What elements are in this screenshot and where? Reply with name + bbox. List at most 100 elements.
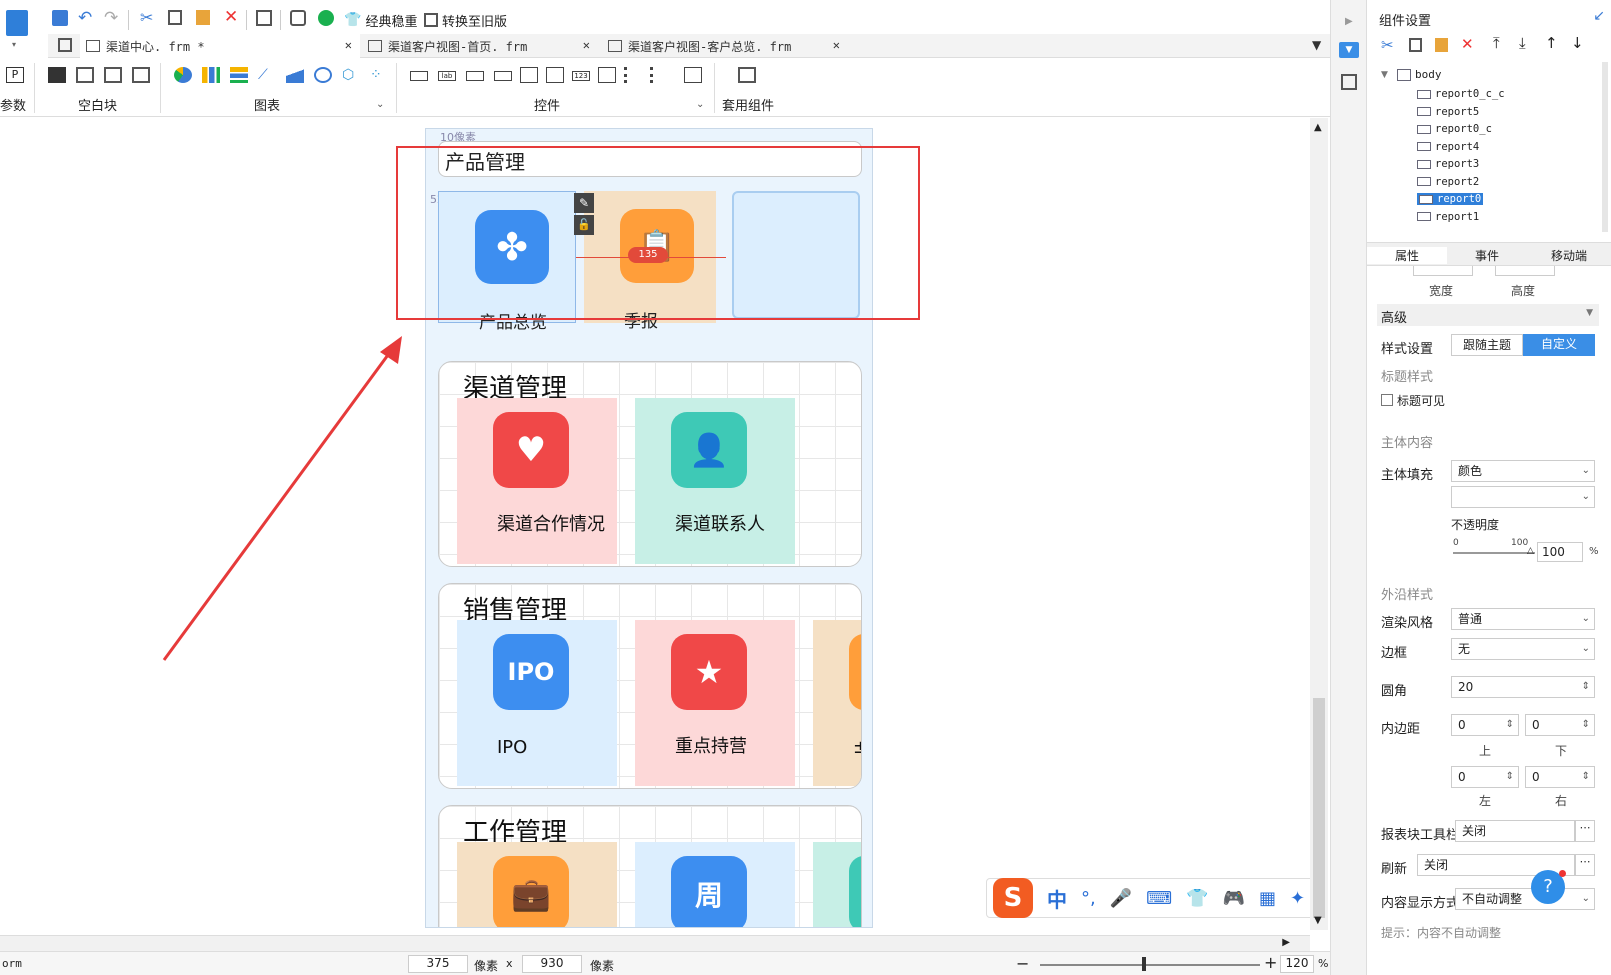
close-icon[interactable]: ✕ xyxy=(833,38,840,52)
chart-expand-icon[interactable]: ⌄ xyxy=(376,99,384,110)
control-combo-icon[interactable] xyxy=(494,71,512,81)
control-expand-icon[interactable]: ⌄ xyxy=(696,99,704,110)
body-fill-select[interactable]: 颜色 ⌄ xyxy=(1451,460,1595,482)
card-work-management[interactable]: 工作管理 💼 周 xyxy=(438,805,862,927)
zoom-slider-thumb[interactable] xyxy=(1142,957,1146,971)
control-query-icon[interactable] xyxy=(684,67,702,83)
control-checkbox-icon[interactable] xyxy=(650,67,668,83)
ime-tools-icon[interactable]: ✦ xyxy=(1290,888,1305,909)
control-textarea-icon[interactable] xyxy=(598,67,616,83)
control-number-icon[interactable]: 123 xyxy=(572,71,590,81)
corner-input[interactable]: 20 ⇕ xyxy=(1451,676,1595,698)
grid-block-icon[interactable] xyxy=(132,67,150,83)
control-date-icon[interactable] xyxy=(546,67,564,83)
game-icon[interactable]: 🎮 xyxy=(1223,888,1245,909)
radar-chart-icon[interactable]: ⬡ xyxy=(342,67,360,83)
area-chart-icon[interactable] xyxy=(286,67,304,83)
padding-bottom-input[interactable]: 0 ⇕ xyxy=(1525,714,1595,736)
component-settings-tab-icon[interactable]: ▼ xyxy=(1339,42,1359,58)
tree-node-report5[interactable]: report5 xyxy=(1417,106,1479,118)
tile-channel-cooperation[interactable]: ♥ 渠道合作情况 xyxy=(457,398,617,564)
tile-weekly[interactable]: 周 xyxy=(635,842,795,927)
scroll-thumb[interactable] xyxy=(1313,698,1325,918)
advanced-section[interactable]: 高级 ▼ xyxy=(1377,304,1599,326)
tab-channel-overview[interactable]: 渠道客户视图-客户总览. frm ✕ xyxy=(602,34,848,58)
control-list-icon[interactable] xyxy=(520,67,538,83)
gauge-chart-icon[interactable] xyxy=(314,67,332,83)
split-v-icon[interactable] xyxy=(104,67,122,83)
panel-copy-icon[interactable] xyxy=(1409,38,1422,52)
move-up-icon[interactable]: ↑ xyxy=(1545,34,1558,52)
line-chart-icon[interactable]: ⟋ xyxy=(258,67,276,83)
control-button-icon[interactable] xyxy=(410,71,428,81)
control-radio-icon[interactable] xyxy=(624,67,642,83)
tree-node-report2[interactable]: report2 xyxy=(1417,176,1479,188)
skin-icon[interactable]: 👕 xyxy=(1186,888,1208,909)
control-text-icon[interactable] xyxy=(466,71,484,81)
height-input[interactable]: 930 xyxy=(522,955,582,973)
card-channel-management[interactable]: 渠道管理 ♥ 渠道合作情况 👤 渠道联系人 xyxy=(438,361,862,567)
app-logo-icon[interactable] xyxy=(6,10,28,36)
collapse-arrow-icon[interactable]: ▶ xyxy=(1345,16,1353,27)
tile-key-holdings[interactable]: ★ 重点持营 xyxy=(635,620,795,786)
tile-briefcase[interactable]: 💼 xyxy=(457,842,617,927)
follow-theme-button[interactable]: 跟随主题 xyxy=(1451,334,1523,356)
scroll-down-icon[interactable]: ▼ xyxy=(1314,915,1322,926)
tab-properties[interactable]: 属性 xyxy=(1367,247,1447,264)
tree-node-report0-c[interactable]: report0_c xyxy=(1417,123,1492,135)
opacity-slider[interactable] xyxy=(1453,552,1535,554)
redo-icon[interactable]: ↷ xyxy=(104,8,118,28)
tab-events[interactable]: 事件 xyxy=(1447,247,1527,264)
card-sales-management[interactable]: 销售管理 IPO IPO ★ 重点持营 ± xyxy=(438,583,862,789)
tree-node-report3[interactable]: report3 xyxy=(1417,158,1479,170)
tab-list-icon[interactable] xyxy=(58,38,72,52)
stepper-icon[interactable]: ⇕ xyxy=(1582,767,1590,787)
tree-node-report4[interactable]: report4 xyxy=(1417,141,1479,153)
bar-chart-icon[interactable] xyxy=(202,67,220,83)
tree-node-body[interactable]: body xyxy=(1397,68,1442,81)
tree-node-report0[interactable]: report0 xyxy=(1417,193,1484,205)
padding-left-input[interactable]: 0 ⇕ xyxy=(1451,766,1519,788)
save-icon[interactable] xyxy=(52,10,68,26)
refresh-more-button[interactable]: ⋯ xyxy=(1575,854,1595,876)
title-visible-checkbox[interactable] xyxy=(1381,394,1393,406)
param-icon[interactable]: P xyxy=(6,67,24,83)
ime-mode-icon[interactable]: 中 xyxy=(1047,884,1067,913)
tree-node-report1[interactable]: report1 xyxy=(1417,211,1479,223)
opacity-slider-thumb[interactable]: △ xyxy=(1527,546,1534,556)
width-input[interactable]: 375 xyxy=(408,955,468,973)
split-h-icon[interactable] xyxy=(76,67,94,83)
delete-icon[interactable]: ✕ xyxy=(224,7,238,27)
padding-top-input[interactable]: 0 ⇕ xyxy=(1451,714,1519,736)
stepper-icon[interactable]: ⇕ xyxy=(1506,715,1514,735)
padding-right-input[interactable]: 0 ⇕ xyxy=(1525,766,1595,788)
cut-icon[interactable]: ✂ xyxy=(140,8,153,27)
opacity-input[interactable]: 100 xyxy=(1537,542,1583,562)
custom-style-button[interactable]: 自定义 xyxy=(1523,334,1595,356)
tab-mobile[interactable]: 移动端 xyxy=(1529,247,1609,264)
tile-ipo[interactable]: IPO IPO xyxy=(457,620,617,786)
toolbar-more-button[interactable]: ⋯ xyxy=(1575,820,1595,842)
move-bottom-icon[interactable]: ⤓ xyxy=(1519,34,1526,52)
tab-channel-home[interactable]: 渠道客户视图-首页. frm ✕ xyxy=(362,34,598,58)
apps-icon[interactable]: ▦ xyxy=(1259,888,1276,909)
sogou-s-icon[interactable]: S xyxy=(993,878,1033,918)
keyboard-icon[interactable]: ⌨ xyxy=(1146,888,1172,909)
border-select[interactable]: 无 ⌄ xyxy=(1451,638,1595,660)
tab-menu-icon[interactable]: ▼ xyxy=(1312,38,1321,52)
hbar-chart-icon[interactable] xyxy=(230,67,248,83)
punct-icon[interactable]: °, xyxy=(1081,888,1096,909)
zoom-slider[interactable] xyxy=(1040,964,1260,966)
copy-icon[interactable] xyxy=(168,10,182,25)
height-field[interactable] xyxy=(1495,266,1555,276)
vertical-scrollbar[interactable]: ▲ ▼ xyxy=(1310,118,1328,930)
logo-dropdown-icon[interactable]: ▾ xyxy=(12,40,16,49)
preview-icon[interactable] xyxy=(256,10,272,26)
tree-scrollbar[interactable] xyxy=(1602,62,1608,232)
tab-channel-center[interactable]: 渠道中心. frm * ✕ xyxy=(80,34,360,58)
panel-pin-icon[interactable]: ↙ xyxy=(1593,8,1605,24)
control-label-icon[interactable]: lab xyxy=(438,71,456,81)
tree-node-report0-c-c[interactable]: report0_c_c xyxy=(1417,88,1505,100)
tree-expand-icon[interactable]: ▼ xyxy=(1381,70,1388,80)
color-picker[interactable]: ⌄ xyxy=(1451,486,1595,508)
